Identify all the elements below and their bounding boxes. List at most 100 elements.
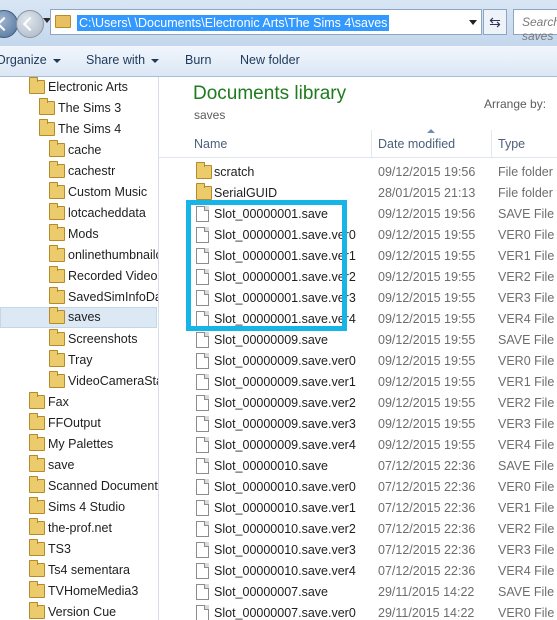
nav-item-recorded-videos[interactable]: Recorded Videos: [0, 266, 158, 287]
file-row[interactable]: Slot_00000001.save.ver0 09/12/2015 19:55 V…: [159, 225, 557, 246]
nav-item-tray[interactable]: Tray: [0, 350, 158, 371]
folder-icon: [29, 392, 45, 409]
file-type: VER0 File: [498, 228, 555, 242]
file-row[interactable]: Slot_00000010.save 07/12/2015 22:36 SAVE F…: [159, 456, 557, 477]
nav-item-ts4-sementara[interactable]: Ts4 sementara: [0, 560, 158, 581]
folder-row[interactable]: SerialGUID 28/01/2015 21:13 File folder: [159, 183, 557, 204]
file-name: Slot_00000009.save.ver4: [214, 438, 356, 452]
file-row[interactable]: Slot_00000001.save.ver4 09/12/2015 19:55 V…: [159, 309, 557, 330]
nav-item-label: lotcacheddata: [68, 206, 146, 220]
nav-item-the-prof-net[interactable]: the-prof.net: [0, 518, 158, 539]
file-row[interactable]: Slot_00000010.save.ver4 07/12/2015 22:36 V…: [159, 561, 557, 582]
file-type: VER1 File: [498, 375, 555, 389]
burn-button[interactable]: Burn: [185, 53, 211, 67]
nav-item-fax[interactable]: Fax: [0, 392, 158, 413]
nav-item-savedsiminfodata[interactable]: SavedSimInfoData: [0, 287, 158, 308]
file-row[interactable]: Slot_00000007.save 29/11/2015 14:22 SAVE F…: [159, 582, 557, 603]
file-date-modified: 09/12/2015 19:55: [378, 228, 476, 242]
nav-item-the-sims-4[interactable]: The Sims 4: [0, 119, 158, 140]
file-type: VER0 File: [498, 606, 555, 620]
column-divider[interactable]: [371, 130, 372, 157]
file-row[interactable]: Slot_00000009.save.ver4 09/12/2015 19:55 V…: [159, 435, 557, 456]
nav-item-label: saves: [68, 310, 101, 324]
chevron-down-icon: [151, 58, 160, 63]
search-input[interactable]: Search saves: [513, 9, 557, 43]
column-header-date[interactable]: Date modified: [378, 137, 455, 151]
file-row[interactable]: Slot_00000010.save.ver2 07/12/2015 22:36 V…: [159, 519, 557, 540]
nav-item-screenshots[interactable]: Screenshots: [0, 329, 158, 350]
path-text[interactable]: C:\Users\ \Documents\Electronic Arts\The…: [77, 15, 390, 31]
file-name: Slot_00000009.save.ver1: [214, 375, 356, 389]
file-icon: [196, 269, 209, 285]
nav-item-cache[interactable]: cache: [0, 140, 158, 161]
folder-icon: [39, 98, 55, 115]
column-divider[interactable]: [491, 130, 492, 157]
file-row[interactable]: Slot_00000010.save.ver1 07/12/2015 22:36 V…: [159, 498, 557, 519]
file-row[interactable]: Slot_00000001.save.ver2 09/12/2015 19:55 V…: [159, 267, 557, 288]
file-icon: [196, 374, 209, 390]
file-type: SAVE File: [498, 207, 555, 221]
folder-row[interactable]: scratch 09/12/2015 19:56 File folder: [159, 162, 557, 183]
nav-item-videocamerastartup[interactable]: VideoCameraStartup: [0, 371, 158, 392]
path-input[interactable]: C:\Users\ \Documents\Electronic Arts\The…: [50, 9, 482, 35]
file-type: VER4 File: [498, 564, 555, 578]
nav-item-version-cue[interactable]: Version Cue: [0, 602, 158, 620]
file-row[interactable]: Slot_00000010.save.ver3 07/12/2015 22:36 V…: [159, 540, 557, 561]
nav-item-label: Ts4 sementara: [48, 563, 130, 577]
nav-item-ts3[interactable]: TS3: [0, 539, 158, 560]
nav-item-sims-4-studio[interactable]: Sims 4 Studio: [0, 497, 158, 518]
file-name: Slot_00000001.save.ver2: [214, 270, 356, 284]
nav-item-lotcacheddata[interactable]: lotcacheddata: [0, 203, 158, 224]
file-row[interactable]: Slot_00000001.save.ver3 09/12/2015 19:55 V…: [159, 288, 557, 309]
file-name: Slot_00000001.save.ver3: [214, 291, 356, 305]
nav-item-custom-music[interactable]: Custom Music: [0, 182, 158, 203]
nav-item-ffoutput[interactable]: FFOutput: [0, 413, 158, 434]
file-name: scratch: [214, 165, 255, 179]
navigation-pane[interactable]: Electronic Arts The Sims 3 The Sims 4 ca…: [0, 77, 159, 620]
share-with-label: Share with: [86, 53, 146, 67]
file-type: File folder: [498, 186, 553, 200]
file-row[interactable]: Slot_00000001.save.ver1 09/12/2015 19:55 V…: [159, 246, 557, 267]
file-row[interactable]: Slot_00000009.save.ver1 09/12/2015 19:55 V…: [159, 372, 557, 393]
nav-item-saves[interactable]: saves: [0, 307, 157, 328]
folder-icon: [39, 119, 55, 136]
folder-icon: [29, 560, 45, 577]
file-icon: [196, 542, 209, 558]
share-with-button[interactable]: Share with: [86, 53, 160, 67]
nav-item-save[interactable]: save: [0, 455, 158, 476]
nav-item-scanned-documents[interactable]: Scanned Documents: [0, 476, 158, 497]
nav-item-onlinethumbnailcache[interactable]: onlinethumbnailcache: [0, 245, 158, 266]
file-icon: [196, 605, 209, 620]
column-header-name[interactable]: Name: [194, 137, 227, 151]
file-row[interactable]: Slot_00000001.save 09/12/2015 19:56 SAVE F…: [159, 204, 557, 225]
nav-item-tvhomemedia3[interactable]: TVHomeMedia3: [0, 581, 158, 602]
forward-arrow-icon[interactable]: [16, 10, 44, 38]
folder-icon: [49, 182, 65, 199]
nav-item-label: cache: [68, 143, 102, 157]
path-dropdown-chevron-icon[interactable]: [469, 20, 477, 25]
nav-item-my-palettes[interactable]: My Palettes: [0, 434, 158, 455]
column-header-type[interactable]: Type: [498, 137, 525, 151]
file-type: VER2 File: [498, 396, 555, 410]
nav-item-label: Fax: [48, 395, 69, 409]
file-name: Slot_00000001.save: [214, 207, 328, 221]
nav-item-electronic-arts[interactable]: Electronic Arts: [0, 77, 158, 98]
nav-item-mods[interactable]: Mods: [0, 224, 158, 245]
file-type: VER0 File: [498, 480, 555, 494]
file-row[interactable]: Slot_00000007.save.ver0 29/11/2015 14:22 V…: [159, 603, 557, 620]
refresh-icon[interactable]: ⇆: [483, 9, 507, 35]
new-folder-button[interactable]: New folder: [240, 53, 300, 67]
nav-item-cachestr[interactable]: cachestr: [0, 161, 158, 182]
file-name: Slot_00000001.save.ver0: [214, 228, 356, 242]
file-type: VER4 File: [498, 312, 555, 326]
organize-button[interactable]: Organize: [0, 53, 61, 67]
file-row[interactable]: Slot_00000009.save.ver2 09/12/2015 19:55 V…: [159, 393, 557, 414]
file-row[interactable]: Slot_00000009.save.ver3 09/12/2015 19:55 V…: [159, 414, 557, 435]
file-row[interactable]: Slot_00000010.save.ver0 07/12/2015 22:36 V…: [159, 477, 557, 498]
folder-icon: [49, 287, 65, 304]
file-list-pane[interactable]: Documents library saves Arrange by: Name…: [159, 77, 557, 620]
file-row[interactable]: Slot_00000009.save 09/12/2015 19:55 SAVE F…: [159, 330, 557, 351]
file-row[interactable]: Slot_00000009.save.ver0 09/12/2015 19:55 V…: [159, 351, 557, 372]
nav-item-the-sims-3[interactable]: The Sims 3: [0, 98, 158, 119]
arrange-by-button[interactable]: Arrange by:: [484, 97, 546, 111]
